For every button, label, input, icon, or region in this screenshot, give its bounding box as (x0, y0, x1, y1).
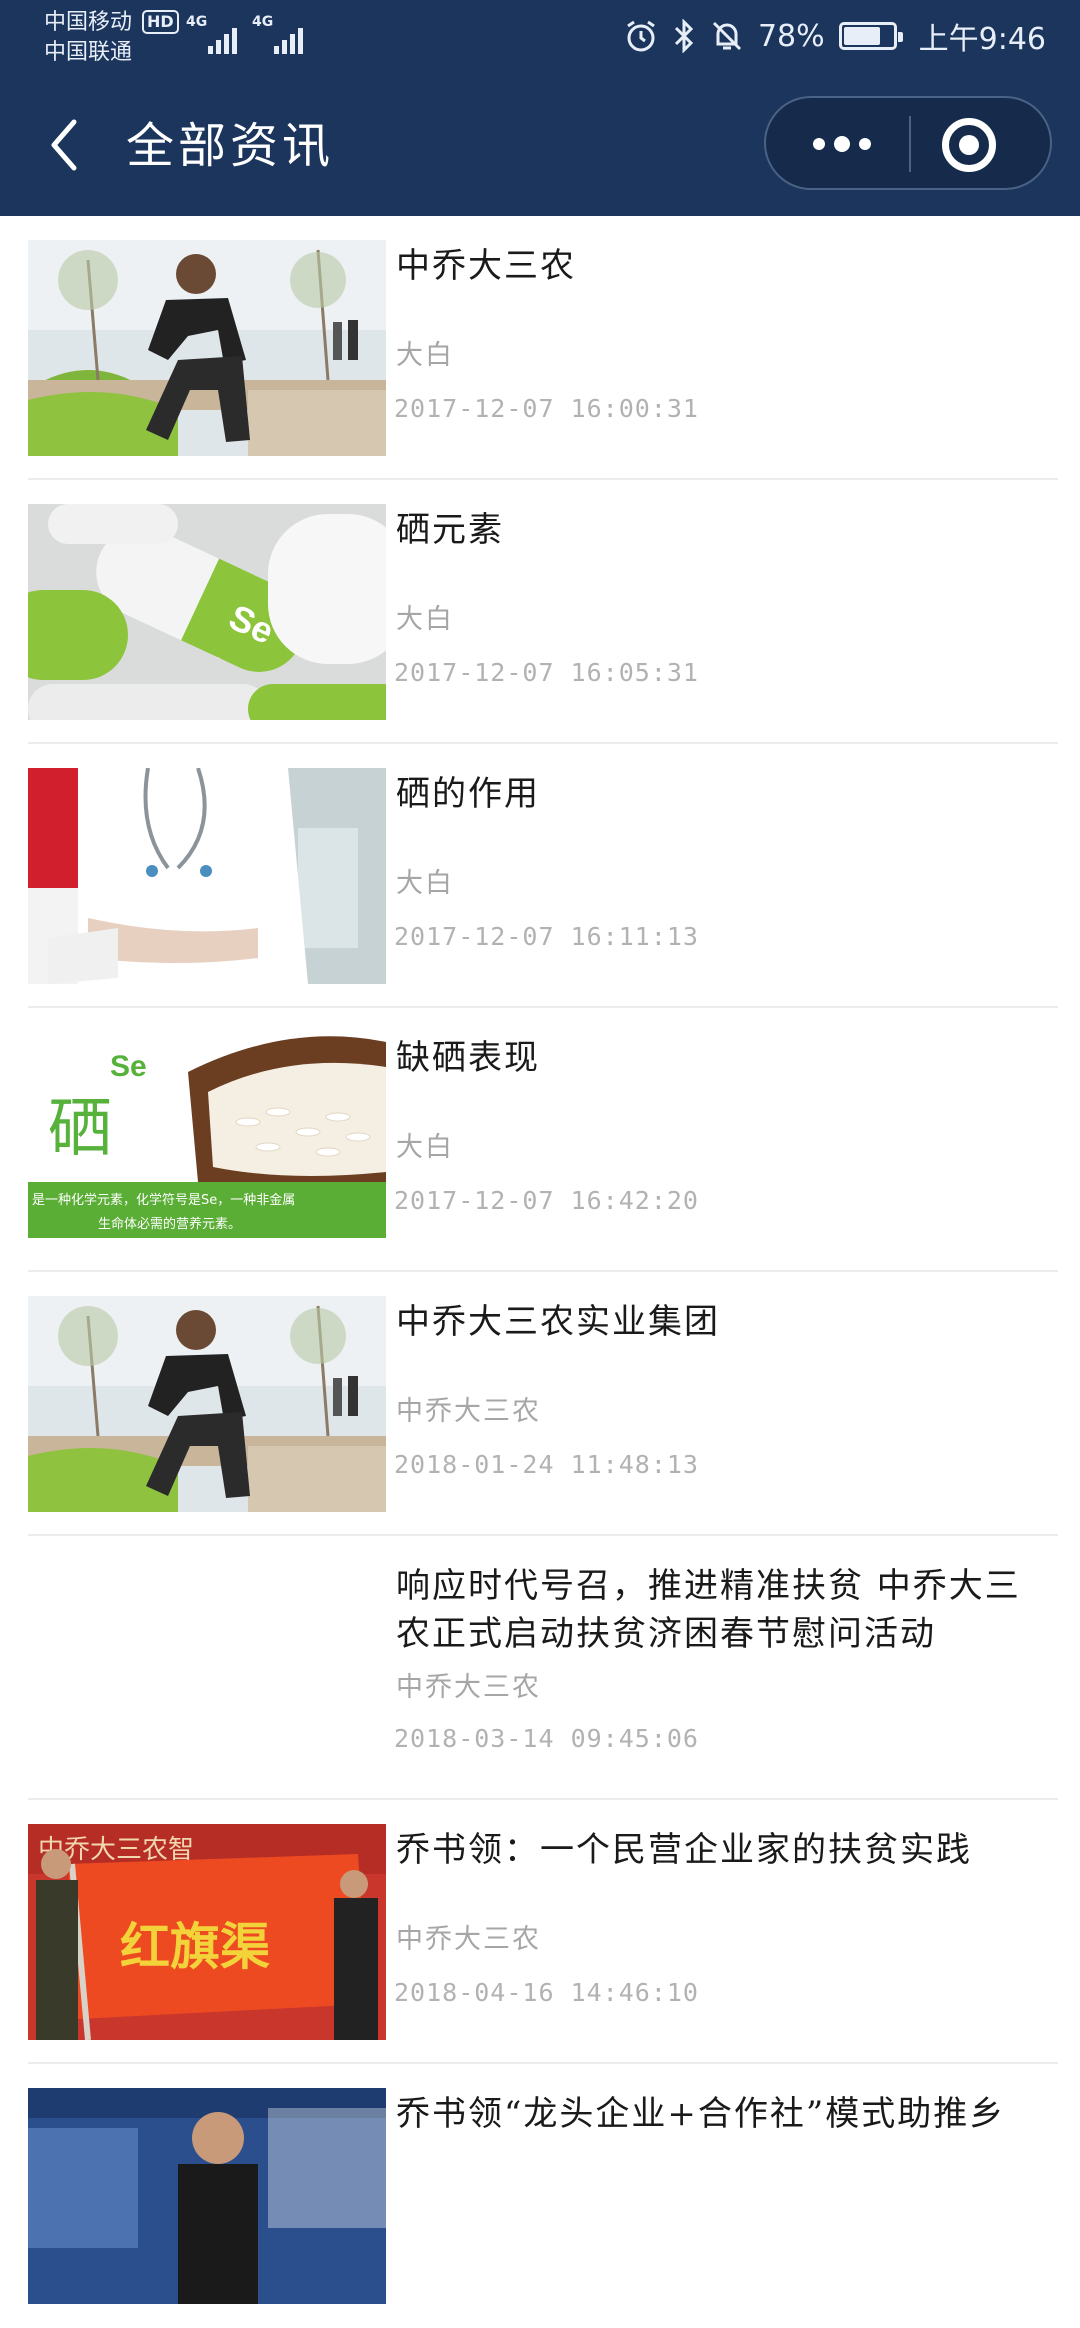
thumb-caption-2: 生命体必需的营养元素。 (98, 1216, 241, 1232)
news-date: 2017-12-07 16:11:13 (394, 922, 699, 951)
mute-bell-icon (712, 21, 741, 51)
news-item[interactable]: 硒的作用 大白 2017-12-07 16:11:13 (0, 744, 1080, 1008)
status-bar: 中国移动 中国联通 HD 4G 4G 78% 上午9:46 (0, 0, 1080, 76)
news-date: 2017-12-07 16:05:31 (394, 658, 699, 687)
signal-1-icon: 4G (186, 14, 242, 54)
app-header: 中国移动 中国联通 HD 4G 4G 78% 上午9:46 全部资讯 (0, 0, 1080, 216)
news-title: 中乔大三农 (396, 246, 576, 286)
mini-program-capsule (764, 96, 1052, 190)
battery-percent: 78% (757, 18, 825, 54)
news-thumbnail (28, 2088, 386, 2304)
news-title: 硒元素 (396, 510, 504, 550)
news-item[interactable]: 硒 Se 是一种化学元素，化学符号是Se，一种非金属 生命体必需的营养元素。 缺… (0, 1008, 1080, 1272)
network-1-label: 4G (186, 14, 208, 30)
news-title: 缺硒表现 (396, 1038, 540, 1078)
hd-badge: HD (142, 10, 179, 34)
news-thumbnail (28, 1560, 386, 1776)
news-thumbnail: Se (28, 504, 386, 720)
thumb-se-label: Se (110, 1050, 147, 1083)
capsule-divider (909, 116, 911, 172)
news-title: 中乔大三农实业集团 (396, 1302, 720, 1342)
clock: 上午9:46 (918, 22, 1046, 57)
news-author: 大白 (396, 868, 454, 899)
news-date: 2017-12-07 16:00:31 (394, 394, 699, 423)
news-title: 乔书领“龙头企业+合作社”模式助推乡 (396, 2094, 1006, 2134)
carrier-info: 中国移动 中国联通 (44, 8, 132, 68)
target-circle-icon[interactable] (942, 118, 996, 172)
news-author: 中乔大三农 (396, 1924, 541, 1955)
news-date: 2018-04-16 14:46:10 (394, 1978, 699, 2007)
signal-2-icon: 4G (252, 14, 308, 54)
carrier-2-label: 中国联通 (44, 40, 133, 65)
news-item[interactable]: 响应时代号召，推进精准扶贫 中乔大三农正式启动扶贫济困春节慰问活动 中乔大三农 … (0, 1536, 1080, 1800)
page-title: 全部资讯 (126, 118, 335, 174)
news-thumbnail (28, 1296, 386, 1512)
more-dots-icon[interactable] (792, 116, 892, 172)
news-author: 中乔大三农 (396, 1672, 541, 1703)
news-date: 2018-01-24 11:48:13 (394, 1450, 699, 1479)
thumb-flag-text: 红旗渠 (120, 1917, 270, 1976)
news-title: 响应时代号召，推进精准扶贫 中乔大三农正式启动扶贫济困春节慰问活动 (396, 1566, 1021, 1654)
news-author: 大白 (396, 1132, 454, 1163)
thumb-caption-1: 是一种化学元素，化学符号是Se，一种非金属 (32, 1192, 295, 1208)
battery-icon (838, 22, 903, 50)
carrier-1-label: 中国移动 (44, 10, 133, 35)
news-author: 中乔大三农 (396, 1396, 541, 1427)
news-thumbnail (28, 768, 386, 984)
nav-bar: 全部资讯 (0, 90, 1080, 200)
network-2-label: 4G (252, 14, 274, 30)
news-author: 大白 (396, 604, 454, 635)
news-item[interactable]: 乔书领“龙头企业+合作社”模式助推乡 (0, 2064, 1080, 2328)
news-item[interactable]: 中乔大三农 大白 2017-12-07 16:00:31 (0, 216, 1080, 480)
news-title: 乔书领：一个民营企业家的扶贫实践 (396, 1830, 972, 1870)
news-thumbnail: 硒 Se 是一种化学元素，化学符号是Se，一种非金属 生命体必需的营养元素。 (28, 1032, 386, 1248)
news-item[interactable]: Se 硒元素 大白 2017-12-07 16:05:31 (0, 480, 1080, 744)
news-date: 2017-12-07 16:42:20 (394, 1186, 699, 1215)
bluetooth-icon (674, 19, 694, 53)
alarm-icon (627, 20, 655, 52)
news-item[interactable]: 中乔大三农智 红旗渠 乔书领：一个民营企业家的扶贫实践 中乔大三农 2018-0… (0, 1800, 1080, 2064)
news-author: 大白 (396, 340, 454, 371)
news-thumbnail (28, 240, 386, 456)
news-thumbnail: 中乔大三农智 红旗渠 (28, 1824, 386, 2040)
back-arrow-icon[interactable] (36, 112, 92, 178)
thumb-big-char: 硒 (48, 1092, 112, 1166)
status-right: 78% 上午9:46 (624, 14, 1046, 58)
news-item[interactable]: 中乔大三农实业集团 中乔大三农 2018-01-24 11:48:13 (0, 1272, 1080, 1536)
news-title: 硒的作用 (396, 774, 540, 814)
news-date: 2018-03-14 09:45:06 (394, 1724, 699, 1753)
